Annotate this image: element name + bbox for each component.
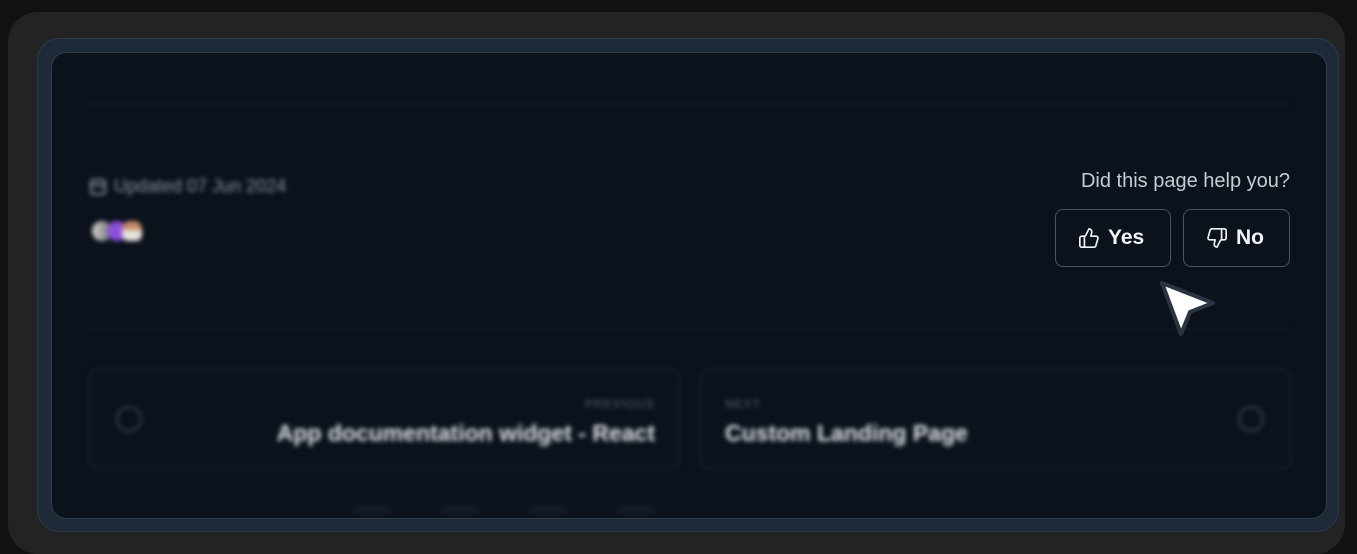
placeholder-block — [352, 505, 392, 515]
contributor-avatars[interactable] — [92, 221, 142, 241]
thumbs-up-icon — [1079, 228, 1099, 248]
feedback-buttons: Yes No — [1055, 209, 1290, 267]
arrow-right-circle-icon — [1238, 406, 1264, 432]
feedback-yes-label: Yes — [1108, 226, 1145, 249]
last-updated-text: Updated 07 Jun 2024 — [114, 176, 287, 196]
bottom-placeholder — [352, 505, 656, 515]
placeholder-block — [440, 505, 480, 515]
placeholder-block — [528, 505, 568, 515]
previous-title: App documentation widget - React — [276, 420, 655, 446]
thumbs-down-icon — [1207, 228, 1227, 248]
avatar[interactable] — [122, 221, 142, 241]
feedback-question: Did this page help you? — [1080, 170, 1290, 192]
next-kicker: NEXT — [725, 397, 762, 411]
next-page-link[interactable]: NEXT Custom Landing Page — [700, 369, 1291, 469]
blurred-content: Updated 07 Jun 2024 PREVIOUS App documen… — [52, 53, 1326, 518]
previous-page-link[interactable]: PREVIOUS App documentation widget - Reac… — [89, 369, 680, 469]
mouse-pointer-icon — [1160, 281, 1215, 336]
previous-kicker: PREVIOUS — [584, 397, 655, 411]
page-feedback: Did this page help you? Yes No — [1055, 170, 1290, 267]
placeholder-block — [616, 505, 656, 515]
feedback-yes-button[interactable]: Yes — [1055, 209, 1171, 267]
top-divider — [88, 103, 1290, 104]
last-updated: Updated 07 Jun 2024 — [90, 176, 286, 197]
next-title: Custom Landing Page — [725, 420, 968, 446]
feedback-no-button[interactable]: No — [1183, 209, 1290, 267]
feedback-no-label: No — [1236, 226, 1264, 249]
docs-footer-panel: Updated 07 Jun 2024 PREVIOUS App documen… — [52, 53, 1326, 518]
mid-divider — [88, 329, 1290, 330]
arrow-left-circle-icon — [116, 406, 142, 432]
calendar-icon — [90, 178, 106, 195]
